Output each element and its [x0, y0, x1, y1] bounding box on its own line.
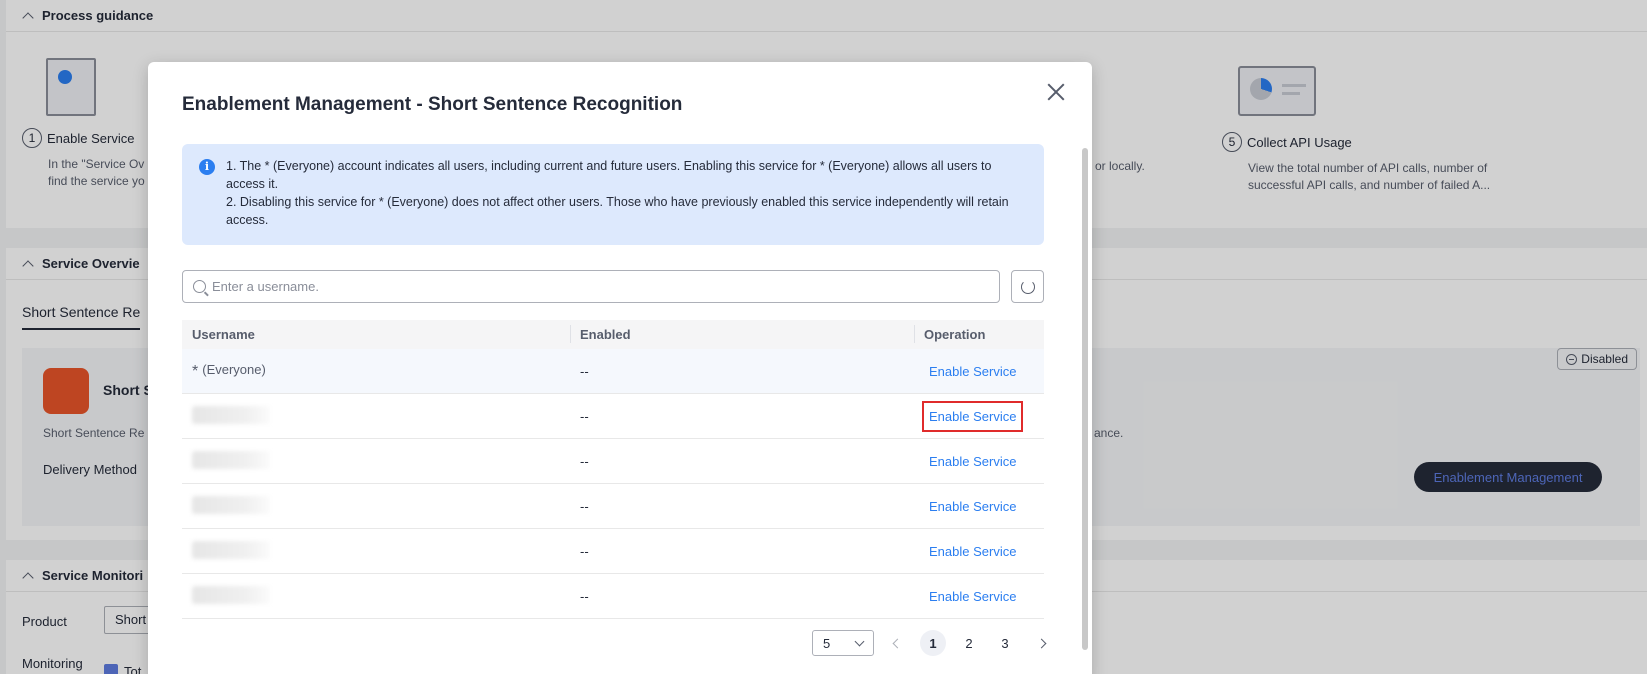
table-row: -- Enable Service: [182, 439, 1044, 484]
enable-service-button[interactable]: Enable Service: [924, 538, 1021, 565]
user-table: Username Enabled Operation * (Everyone) -…: [182, 320, 1044, 619]
table-row: -- Enable Service: [182, 484, 1044, 529]
redacted-username: [192, 585, 270, 604]
operation-cell: Enable Service: [914, 538, 1044, 565]
username-cell: [182, 495, 570, 517]
enablement-management-dialog: Enablement Management - Short Sentence R…: [148, 62, 1092, 674]
enabled-cell: --: [580, 408, 589, 424]
table-row: -- Enable Service: [182, 574, 1044, 619]
info-notice: i 1. The * (Everyone) account indicates …: [182, 144, 1044, 245]
operation-cell: Enable Service: [914, 493, 1044, 520]
enable-service-button[interactable]: Enable Service: [924, 583, 1021, 610]
redacted-username: [192, 540, 270, 559]
username-search-box[interactable]: [182, 270, 1000, 303]
dialog-title: Enablement Management - Short Sentence R…: [182, 94, 683, 115]
info-line-2: 2. Disabling this service for * (Everyon…: [226, 195, 1009, 227]
username-cell: [182, 405, 570, 427]
enable-service-button[interactable]: Enable Service: [924, 493, 1021, 520]
enable-service-button[interactable]: Enable Service: [924, 358, 1021, 385]
operation-cell: Enable Service: [914, 448, 1044, 475]
previous-page-button[interactable]: [884, 630, 910, 656]
page-size-select[interactable]: 5: [812, 630, 874, 656]
page-button-2[interactable]: 2: [956, 630, 982, 656]
chevron-down-icon: [854, 636, 865, 646]
operation-cell: Enable Service: [914, 358, 1044, 385]
username-cell: [182, 540, 570, 562]
username-text: (Everyone): [202, 361, 266, 377]
username-search-input[interactable]: [212, 279, 972, 294]
header-enabled: Enabled: [570, 325, 914, 343]
operation-cell: Enable Service: [914, 583, 1044, 610]
username-cell: * (Everyone): [182, 362, 570, 381]
next-page-button[interactable]: [1028, 630, 1054, 656]
everyone-star: *: [192, 362, 199, 380]
chevron-left-icon: [892, 638, 902, 648]
refresh-button[interactable]: [1011, 270, 1044, 303]
table-row: * (Everyone) -- Enable Service: [182, 349, 1044, 394]
info-line-1: 1. The * (Everyone) account indicates al…: [226, 159, 992, 191]
table-row: -- Enable Service: [182, 394, 1044, 439]
search-icon: [193, 280, 206, 293]
redacted-username: [192, 450, 270, 469]
header-username: Username: [192, 327, 255, 342]
redacted-username: [192, 495, 270, 514]
table-row: -- Enable Service: [182, 529, 1044, 574]
enabled-cell: --: [580, 498, 589, 514]
enable-service-button[interactable]: Enable Service: [924, 448, 1021, 475]
enable-service-button[interactable]: Enable Service: [921, 400, 1024, 432]
page-size-value: 5: [823, 635, 831, 651]
pagination: 5 1 2 3: [812, 630, 1054, 656]
chevron-right-icon: [1036, 638, 1046, 648]
page-button-1[interactable]: 1: [920, 630, 946, 656]
close-icon[interactable]: [1044, 80, 1068, 104]
info-icon: i: [199, 159, 215, 175]
redacted-username: [192, 405, 270, 424]
dialog-scrollbar[interactable]: [1082, 148, 1088, 650]
page-button-3[interactable]: 3: [992, 630, 1018, 656]
username-cell: [182, 450, 570, 472]
username-cell: [182, 585, 570, 607]
header-operation: Operation: [914, 325, 1044, 343]
operation-cell: Enable Service: [914, 400, 1044, 432]
enabled-cell: --: [580, 588, 589, 604]
enabled-cell: --: [580, 543, 589, 559]
refresh-icon: [1020, 279, 1035, 294]
table-header: Username Enabled Operation: [182, 320, 1044, 349]
enabled-cell: --: [580, 363, 589, 379]
enabled-cell: --: [580, 453, 589, 469]
